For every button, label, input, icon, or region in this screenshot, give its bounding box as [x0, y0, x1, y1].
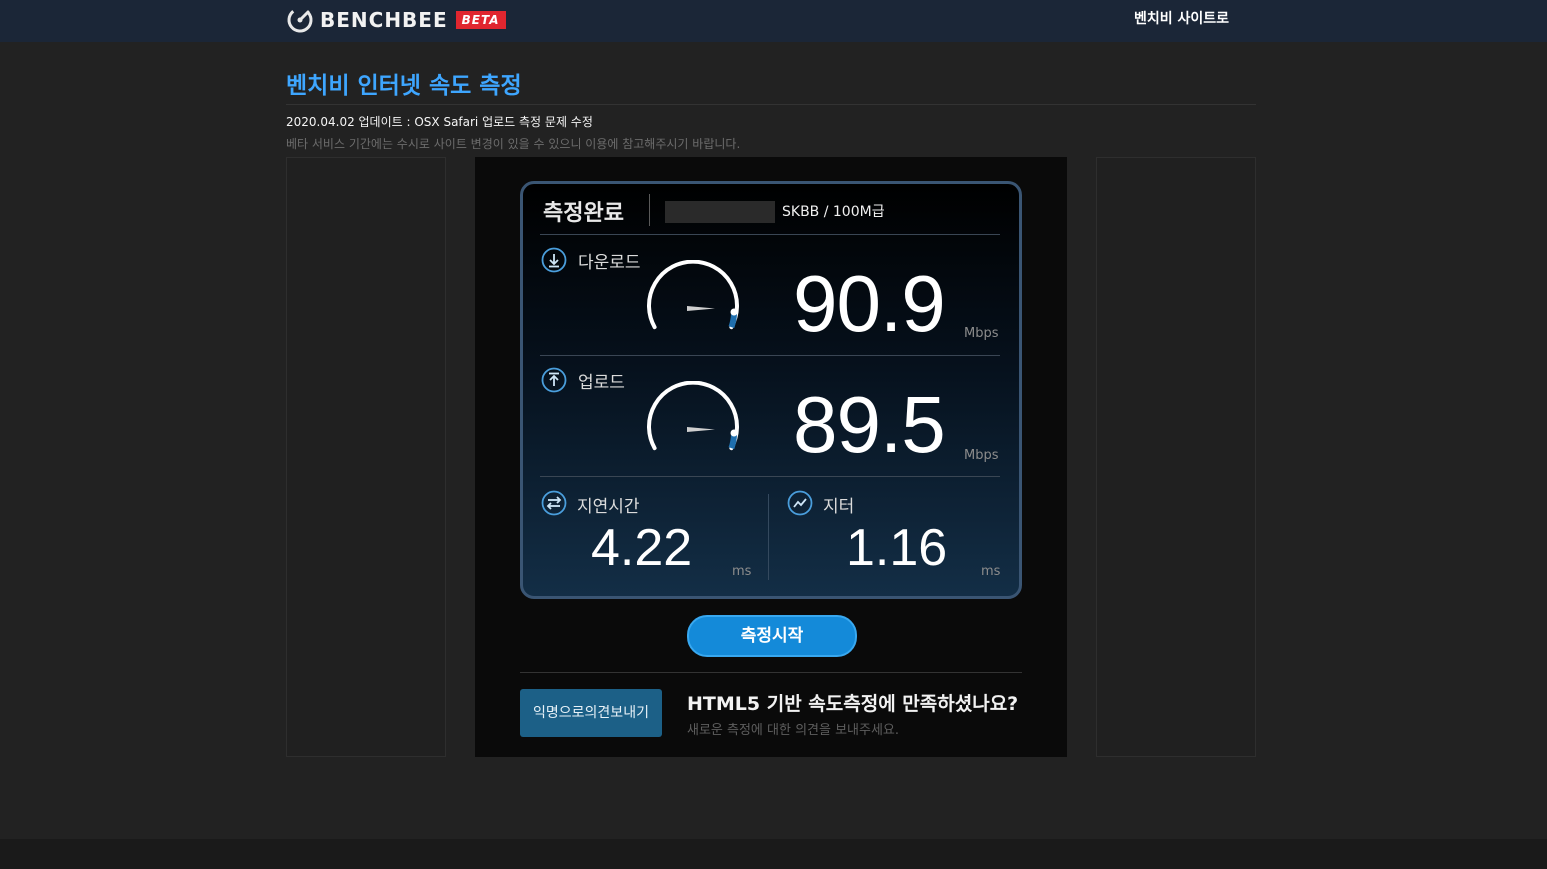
- upload-gauge: [647, 381, 739, 451]
- upload-circle-icon: [541, 367, 567, 393]
- latency-label: 지연시간: [577, 497, 640, 517]
- isp-info: SKBB / 100M급: [782, 204, 885, 220]
- feedback-title: HTML5 기반 속도측정에 만족하셨나요?: [687, 693, 1019, 715]
- download-gauge: [647, 260, 739, 330]
- title-divider: [286, 104, 1256, 105]
- latency-value: 4.22: [591, 519, 693, 577]
- status-divider: [649, 194, 650, 226]
- latency-unit: ms: [732, 564, 752, 579]
- metric-divider: [768, 494, 769, 580]
- jitter-unit: ms: [981, 564, 1001, 579]
- right-ad-panel: [1096, 157, 1256, 757]
- upload-label: 업로드: [578, 373, 625, 393]
- download-value: 90.9: [793, 259, 946, 348]
- gauge-logo-icon: [287, 7, 313, 33]
- status-label: 측정완료: [543, 201, 624, 226]
- footer-divider: [520, 672, 1022, 673]
- upload-unit: Mbps: [964, 448, 999, 463]
- left-ad-panel: [286, 157, 446, 757]
- download-divider: [540, 355, 1000, 356]
- site-link[interactable]: 벤치비 사이트로: [1134, 8, 1229, 28]
- upload-divider: [540, 476, 1000, 477]
- brand-name: BENCHBEE: [320, 8, 448, 32]
- beta-notice: 베타 서비스 기간에는 수시로 사이트 변경이 있을 수 있으니 이용에 참고해…: [286, 137, 741, 151]
- jitter-label: 지터: [823, 497, 855, 517]
- update-notice: 2020.04.02 업데이트 : OSX Safari 업로드 측정 문제 수…: [286, 115, 593, 129]
- swap-arrows-icon: [541, 490, 567, 516]
- benchbee-logo[interactable]: BENCHBEE BETA: [286, 6, 506, 34]
- feedback-subtitle: 새로운 측정에 대한 의견을 보내주세요.: [687, 723, 900, 738]
- start-test-button[interactable]: 측정시작: [687, 615, 857, 657]
- masked-ip: [665, 201, 775, 223]
- beta-badge: BETA: [455, 11, 506, 29]
- download-circle-icon: [541, 247, 567, 273]
- header-divider: [540, 234, 1000, 235]
- page-title: 벤치비 인터넷 속도 측정: [286, 73, 522, 99]
- upload-value: 89.5: [793, 380, 946, 469]
- speedtest-panel: 측정완료 SKBB / 100M급 다운로드 90.9 Mbps 업로드 89.…: [475, 157, 1067, 757]
- result-card: 측정완료 SKBB / 100M급 다운로드 90.9 Mbps 업로드 89.…: [520, 181, 1022, 599]
- jitter-value: 1.16: [846, 519, 948, 577]
- page-footer: [0, 839, 1547, 869]
- download-unit: Mbps: [964, 326, 999, 341]
- trend-icon: [787, 490, 813, 516]
- anonymous-feedback-button[interactable]: 익명으로의견보내기: [520, 689, 662, 737]
- top-navigation-bar: BENCHBEE BETA 벤치비 사이트로: [0, 0, 1547, 42]
- download-label: 다운로드: [578, 253, 641, 273]
